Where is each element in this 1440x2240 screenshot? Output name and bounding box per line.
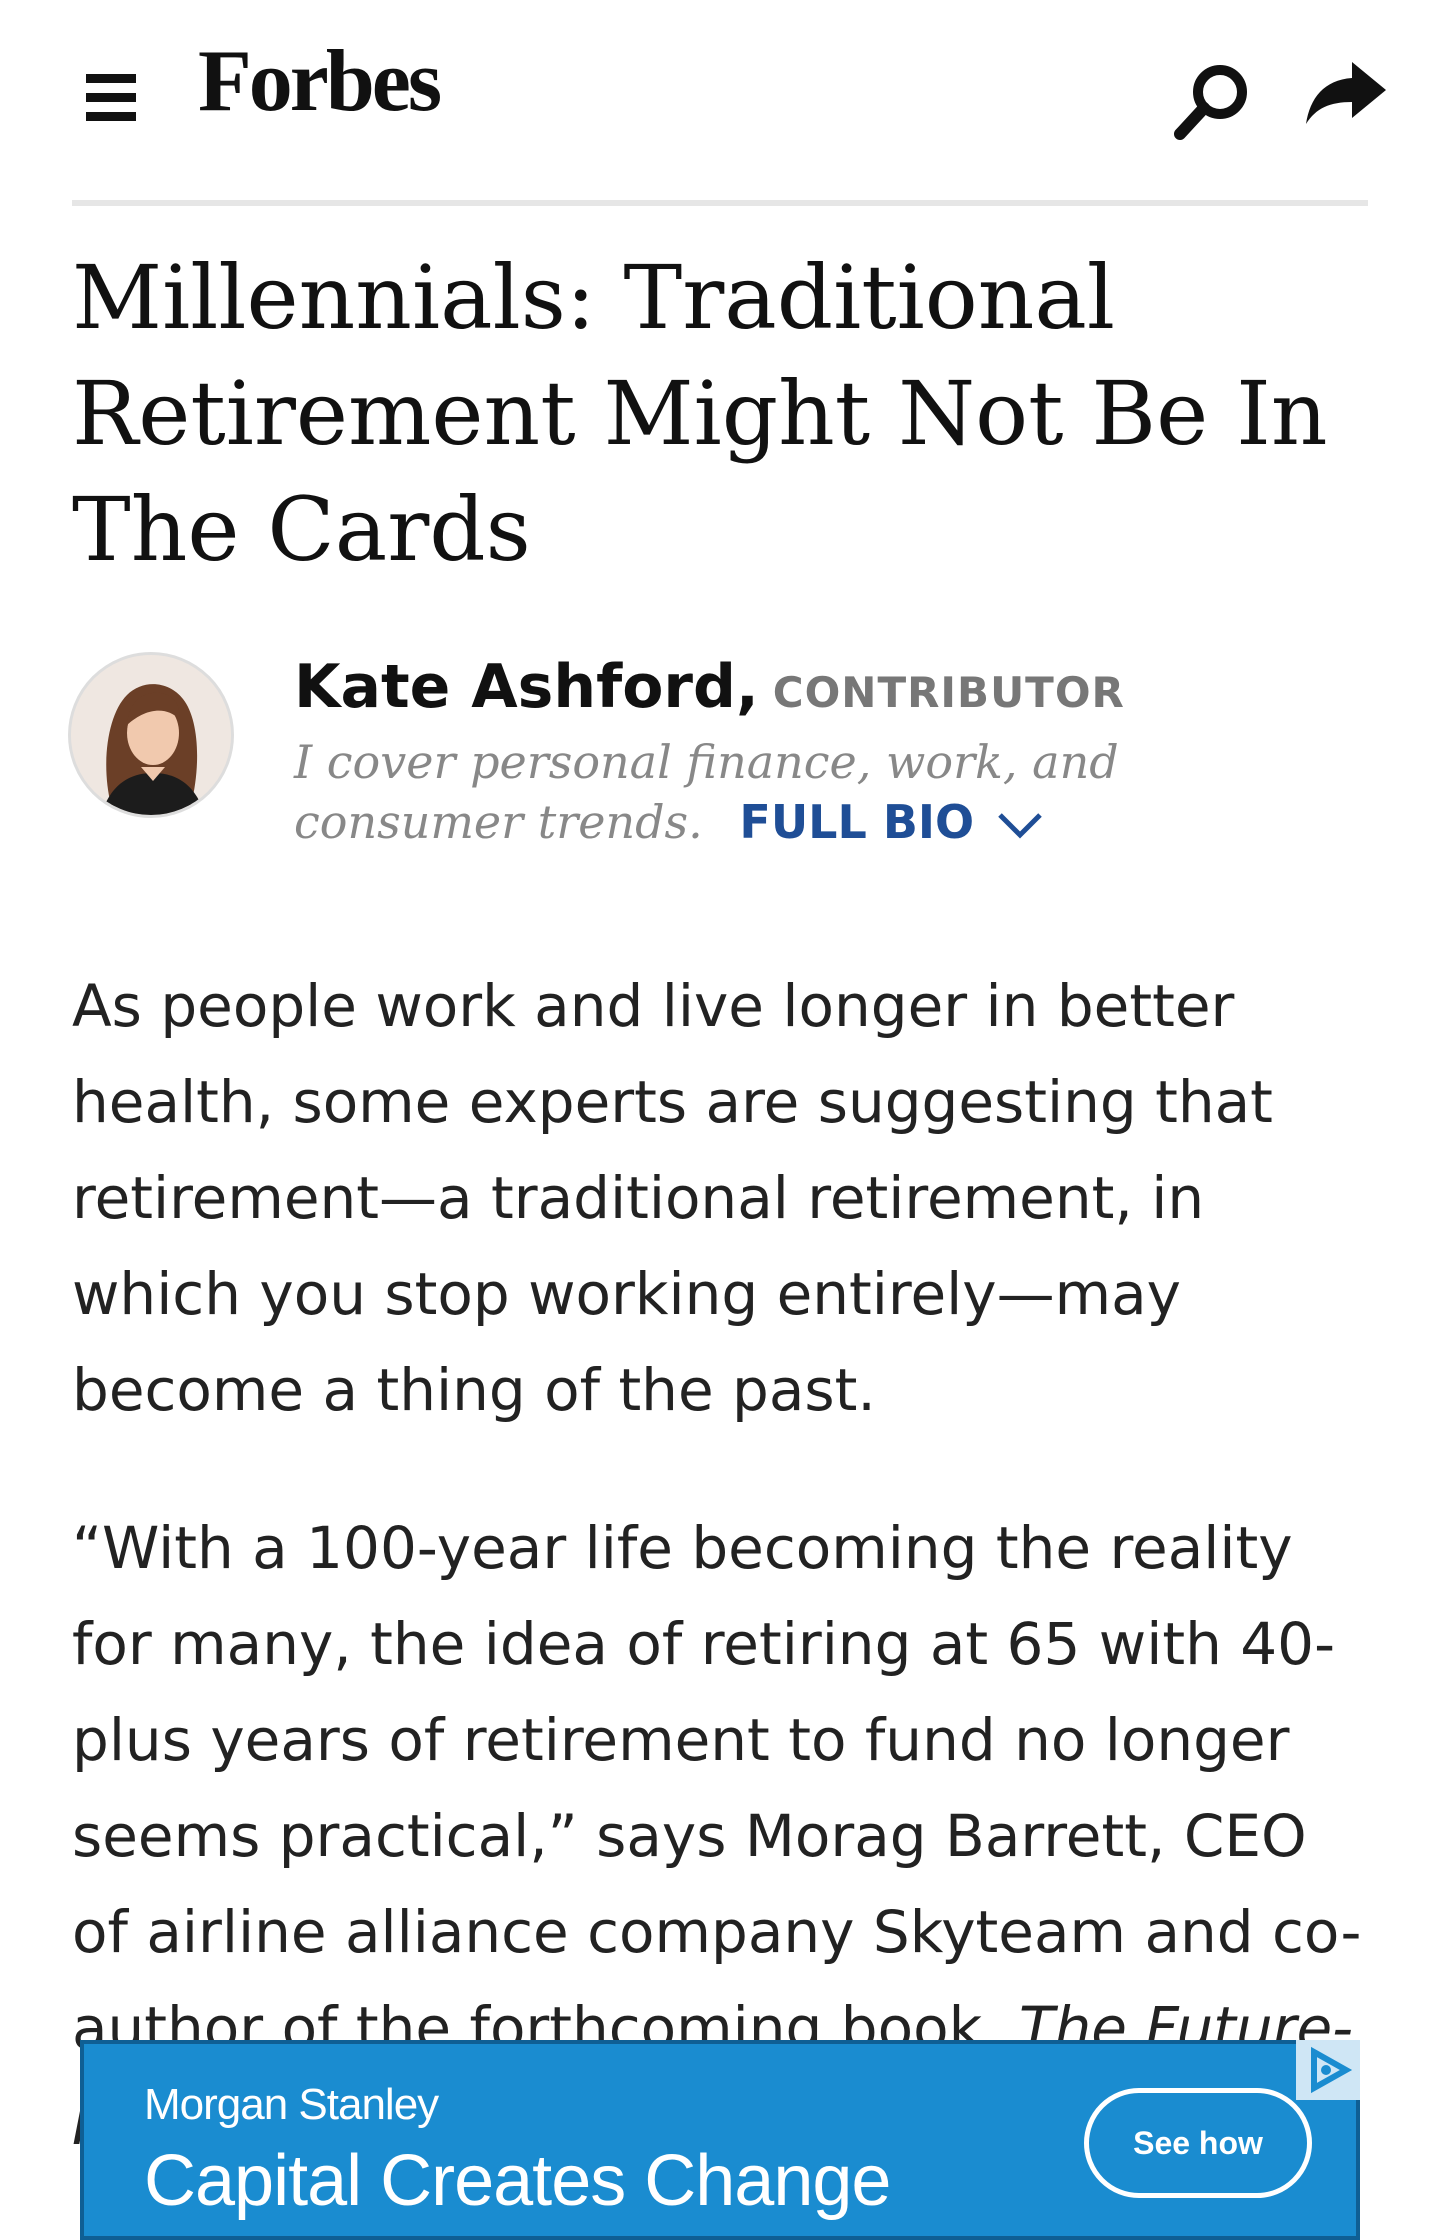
top-navigation-bar: Forbes [0, 0, 1440, 206]
forbes-logo[interactable]: Forbes [198, 38, 442, 126]
chevron-down-icon [998, 812, 1042, 839]
header-divider [72, 200, 1368, 206]
author-line: Kate Ashford, CONTRIBUTOR [294, 652, 1125, 722]
article-paragraph: As people work and live longer in better… [72, 972, 1273, 1424]
ad-cta-button[interactable]: See how [1084, 2088, 1312, 2198]
author-bio: I cover personal finance, work, and cons… [294, 732, 1354, 852]
ad-brand: Morgan Stanley [144, 2080, 439, 2129]
article-paragraph-text: “With a 100-year life becoming the reali… [72, 1514, 1362, 2062]
advertisement-banner[interactable]: Morgan Stanley Capital Creates Change Se… [80, 2040, 1360, 2240]
adchoices-icon[interactable] [1296, 2040, 1360, 2100]
author-role: CONTRIBUTOR [772, 668, 1125, 717]
share-icon[interactable] [1302, 58, 1388, 128]
author-avatar[interactable] [68, 652, 234, 818]
author-name[interactable]: Kate Ashford, [294, 652, 759, 722]
author-byline: Kate Ashford, CONTRIBUTOR I cover persona… [68, 652, 1368, 852]
ad-tagline: Capital Creates Change [144, 2141, 891, 2221]
full-bio-label: FULL BIO [739, 795, 975, 849]
article-headline: Millennials: Traditional Retirement Migh… [72, 246, 1328, 581]
full-bio-link[interactable]: FULL BIO [739, 795, 1044, 849]
search-icon[interactable] [1170, 58, 1256, 144]
hamburger-menu-icon[interactable] [86, 74, 136, 121]
